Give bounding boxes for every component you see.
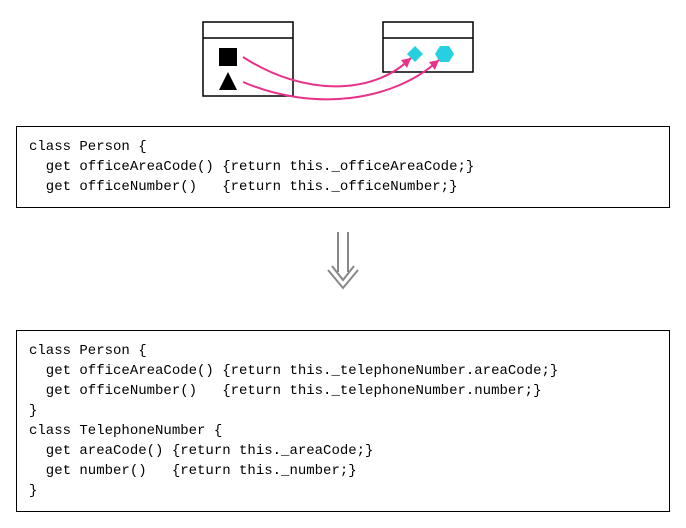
transform-arrow [16,214,670,324]
code-before: class Person { get officeAreaCode() {ret… [16,126,670,208]
code-after: class Person { get officeAreaCode() {ret… [16,330,670,512]
down-arrow-icon [323,230,363,294]
diagram-svg [193,16,493,106]
target-class-box [383,22,473,72]
black-square-icon [219,48,237,66]
extract-class-diagram [16,10,670,120]
